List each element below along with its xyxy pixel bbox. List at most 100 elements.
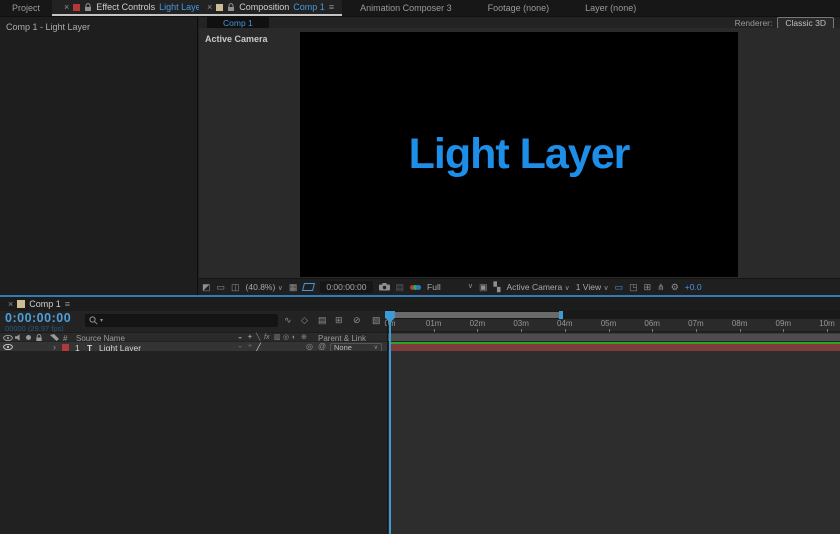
tab-project[interactable]: Project [0,0,52,16]
viewer-subtab-label: Comp 1 [223,17,253,28]
ruler-tick: 04m [550,319,580,332]
video-eye-icon[interactable] [3,334,13,341]
mini-flowchart-icon[interactable]: ∿ [284,316,292,325]
current-timecode[interactable]: 0:00:00:00 [5,311,71,325]
composition-panel: × Composition Comp 1 ≡ Animation Compose… [199,0,840,295]
timeline-tabbar: × Comp 1 ≡ [0,297,840,311]
motion-blur-switch-icon[interactable]: ◎ [283,334,289,341]
ruler-tick: 06m [637,319,667,332]
chevron-down-icon: ∨ [373,344,378,351]
comp-text-light-layer: Light Layer [408,130,631,178]
fx-switch-icon[interactable]: fx [264,334,269,341]
list-track-divider[interactable] [387,311,388,534]
layer-label-swatch[interactable] [62,343,69,351]
navigator-end-handle[interactable] [559,311,563,319]
show-snapshot-icon[interactable]: ▤ [396,282,405,292]
layer-eye-icon[interactable] [3,344,13,350]
pixel-aspect-icon[interactable]: ◳ [629,282,638,292]
search-input[interactable]: ▾ [85,314,278,327]
frame-blend-switch-icon[interactable]: ▥ [274,334,281,341]
tab-timeline-label: Comp 1 [29,299,61,309]
timeline-ruler[interactable]: 0m01m02m03m04m05m06m07m08m09m10m [384,319,840,332]
camera-view-dropdown[interactable]: Active Camera ∨ [506,282,569,292]
shy-switch-icon[interactable]: ◒ [238,334,242,341]
share-view-icon[interactable]: ▭ [615,282,624,292]
resolution-dropdown[interactable]: Full ∨ [427,282,473,292]
adjustment-switch-icon[interactable]: ◐ [292,334,296,341]
close-icon[interactable]: × [207,2,212,12]
frame-blending-icon[interactable]: ⊞ [335,316,343,325]
close-icon[interactable]: × [8,299,13,309]
effect-controls-panel: Project × Effect Controls Light Layer ≡ … [0,0,225,295]
tab-timeline-comp1[interactable]: × Comp 1 ≡ [0,297,78,311]
chevron-down-icon: ∨ [603,285,609,292]
layer-duration-bar[interactable] [389,342,840,351]
collapse-switch-icon[interactable]: ✦ [247,334,253,341]
tab-footage[interactable]: Footage (none) [470,0,568,16]
draft-3d-icon[interactable]: ◇ [301,316,308,325]
ruler-tick: 01m [419,319,449,332]
layer-columns-header: # Source Name ◒ ✦ ╲ fx ▥ ◎ ◐ ⊕ Parent & … [0,332,388,343]
snapshot-camera-icon[interactable] [378,283,390,291]
label-color-swatch [73,3,81,11]
ruler-tick: 05m [594,319,624,332]
layer-list-empty-area[interactable] [0,351,388,534]
label-column-icon[interactable] [50,334,59,341]
preview-glasses-icon[interactable]: ◫ [231,282,240,292]
ruler-tick: 07m [681,319,711,332]
viewer-tabbar: × Composition Comp 1 ≡ Animation Compose… [199,0,840,17]
viewer-timecode[interactable]: 0:00:00:00 [320,281,373,293]
work-area-bar[interactable] [388,333,840,341]
ruler-tick: 09m [768,319,798,332]
always-preview-icon[interactable]: ◩ [202,282,211,292]
tab-effect-controls-label: Effect Controls [96,2,156,12]
channel-settings-icon[interactable] [410,284,422,290]
lock-icon[interactable] [227,2,235,12]
tab-animation-composer[interactable]: Animation Composer 3 [342,0,470,16]
timeline-panel: × Comp 1 ≡ 0:00:00:00 00000 (29.97 fps) … [0,297,840,534]
layer-shy-icon[interactable]: ◒ [238,343,242,350]
navigator-bar[interactable] [390,312,561,318]
panel-menu-icon[interactable]: ≡ [329,2,334,12]
chevron-down-icon: ∨ [277,285,283,292]
lock-icon[interactable] [84,2,92,12]
close-icon[interactable]: × [64,2,69,12]
parent-pickwhip-spiral-icon[interactable]: @ [318,342,326,351]
fast-previews-icon[interactable]: ⊞ [644,282,652,292]
primary-viewer-icon[interactable]: ▭ [217,282,226,292]
audio-speaker-icon[interactable] [15,334,22,341]
ruler-tick: 08m [725,319,755,332]
search-options-chevron-icon[interactable]: ▾ [100,317,103,324]
three-d-switch-icon[interactable]: ⊕ [301,334,307,341]
panel-menu-icon[interactable]: ≡ [65,299,70,309]
renderer-button[interactable]: Classic 3D [777,16,834,29]
flowchart-icon[interactable]: ⋔ [657,282,665,292]
region-of-interest-icon[interactable]: ▣ [479,282,488,292]
playhead-line[interactable] [389,311,391,534]
motion-blur-icon[interactable]: ⊘ [353,316,361,325]
mask-visibility-icon[interactable] [302,283,316,291]
ruler-tick: 10m [812,319,840,332]
track-empty-area[interactable] [388,351,840,534]
composition-canvas[interactable]: Light Layer [300,32,738,277]
pick-whip-icon[interactable]: ◎ [306,342,313,351]
time-navigator[interactable] [388,311,840,319]
view-layout-dropdown[interactable]: 1 View ∨ [576,282,609,292]
shy-layers-icon[interactable]: ▤ [318,316,327,325]
viewer-subtab-strip: Comp 1 Renderer: Classic 3D [199,16,840,29]
magnification-dropdown[interactable]: (40.8%) ∨ [246,282,283,292]
layer-collapse-icon[interactable]: ✦ [247,343,253,350]
quality-switch-icon[interactable]: ╲ [256,334,260,341]
tab-layer[interactable]: Layer (none) [567,0,654,16]
renderer-label: Renderer: [734,17,773,28]
solo-icon[interactable] [26,334,31,340]
grid-guides-icon[interactable]: ▦ [289,282,298,292]
tab-composition[interactable]: × Composition Comp 1 ≡ [199,0,343,16]
exposure-value[interactable]: +0.0 [685,282,702,292]
viewer-subtab-comp1[interactable]: Comp 1 [207,17,269,28]
transparency-grid-icon[interactable]: ▚ [494,282,501,292]
layer-row[interactable]: › 1 T Light Layer ◒ ✦ ╱ ◎ @ None ∨ [0,341,388,353]
settings-gear-icon[interactable]: ⚙ [671,282,679,292]
viewer-content[interactable]: Active Camera Light Layer [199,28,840,278]
tab-footage-label: Footage (none) [487,3,550,13]
